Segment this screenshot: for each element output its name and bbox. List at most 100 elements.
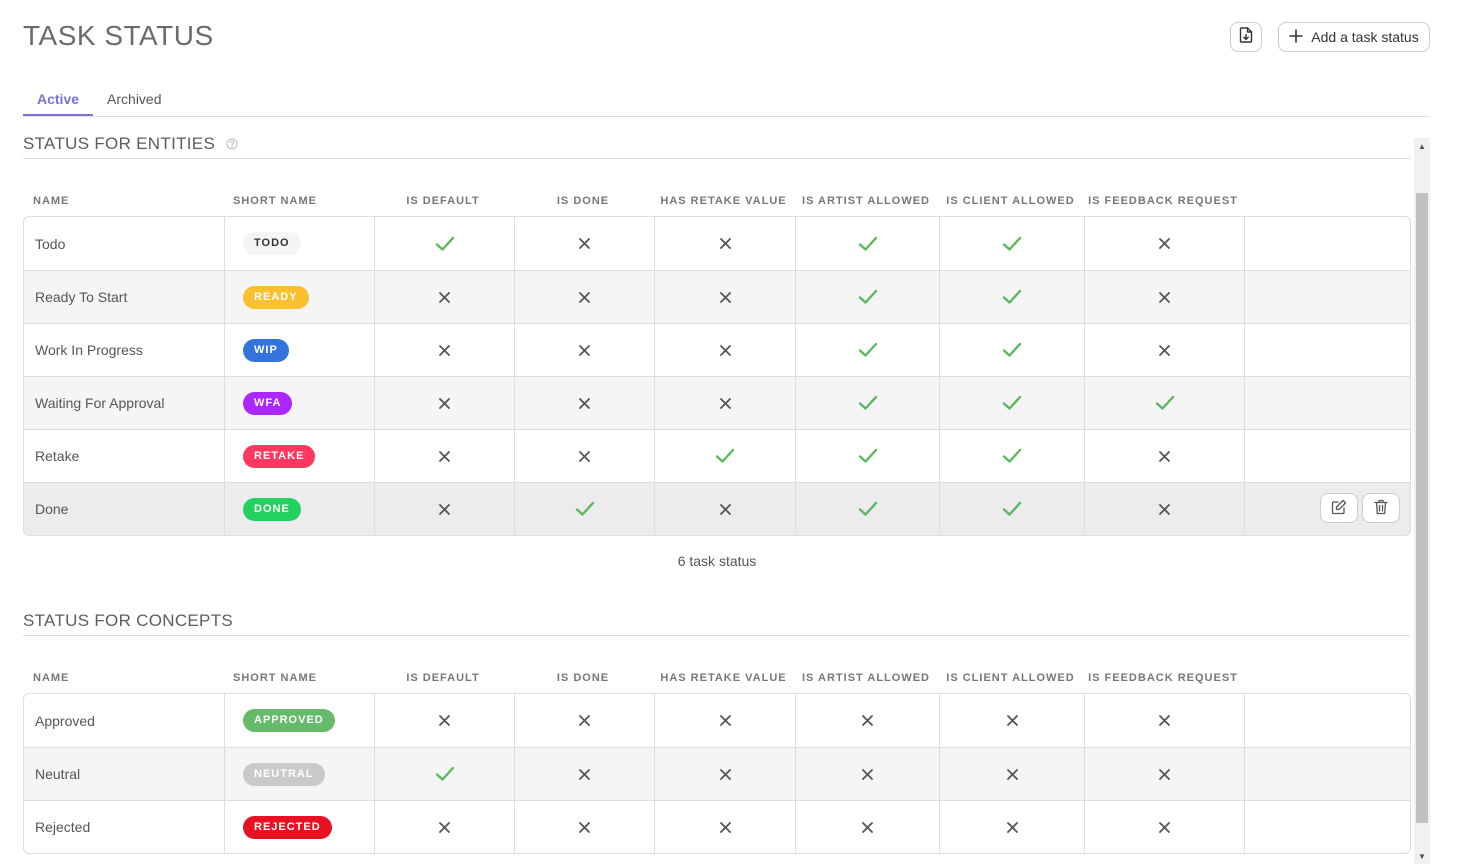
page-title: TASK STATUS [23, 20, 214, 51]
column-headers-entities: NAME SHORT NAME IS DEFAULT IS DONE HAS RETAK… [23, 195, 1411, 207]
short-name-cell: WFA [224, 377, 374, 429]
short-name-cell: DONE [224, 483, 374, 535]
flag-cell [1084, 694, 1244, 747]
tabs: Active Archived [23, 82, 1430, 117]
scrollbar[interactable]: ▲ ▼ [1414, 138, 1430, 864]
check-icon [1155, 395, 1175, 411]
flag-cell [1084, 483, 1244, 535]
scroll-up-icon[interactable]: ▲ [1414, 138, 1430, 154]
flag-cell [939, 324, 1084, 376]
cross-icon [1159, 821, 1170, 833]
cross-icon [1159, 238, 1170, 249]
scroll-down-icon[interactable]: ▼ [1414, 848, 1430, 864]
cross-icon [439, 291, 450, 303]
flag-cell [939, 271, 1084, 323]
column-header-short-name: SHORT NAME [233, 672, 317, 684]
status-badge: WFA [243, 391, 293, 415]
flag-cell [374, 377, 514, 429]
flag-cell [795, 748, 939, 800]
table-row[interactable]: Rejected REJECTED [24, 800, 1410, 853]
file-import-icon [1239, 26, 1253, 48]
column-header-is-done: IS DONE [556, 672, 610, 684]
table-row[interactable]: Work In Progress WIP [24, 323, 1410, 376]
flag-cell [1084, 271, 1244, 323]
cross-icon [1006, 715, 1018, 726]
check-icon [435, 236, 455, 252]
cross-icon [579, 238, 590, 249]
flag-cell [514, 271, 654, 323]
cross-icon [1159, 715, 1170, 726]
flag-cell [374, 483, 514, 535]
flag-cell [939, 483, 1084, 535]
flag-cell [514, 694, 654, 747]
table-row[interactable]: Done DONE [24, 482, 1410, 535]
table-row[interactable]: Retake RETAKE [24, 429, 1410, 482]
cross-icon [1159, 768, 1170, 780]
status-name: Waiting For Approval [35, 395, 165, 411]
cross-icon [579, 450, 590, 462]
cross-icon [1159, 344, 1170, 356]
flag-cell [654, 748, 795, 800]
table-row[interactable]: Ready To Start READY [24, 270, 1410, 323]
column-header-short-name: SHORT NAME [233, 195, 317, 207]
check-icon [858, 501, 878, 517]
row-actions-cell [1244, 377, 1410, 429]
status-name: Retake [35, 448, 80, 464]
status-badge: TODO [243, 232, 301, 255]
flag-cell [939, 217, 1084, 270]
concepts-table: Approved APPROVED Neutral NEUTRAL Rejected RE… [23, 693, 1411, 854]
table-row[interactable]: Approved APPROVED [24, 694, 1410, 747]
tab-archived[interactable]: Archived [93, 82, 175, 116]
cross-icon [579, 291, 590, 303]
flag-cell [939, 377, 1084, 429]
check-icon [435, 766, 455, 782]
import-button[interactable] [1230, 22, 1262, 52]
column-header-has-retake-value: HAS RETAKE VALUE [660, 672, 787, 684]
flag-cell [795, 377, 939, 429]
flag-cell [1084, 430, 1244, 482]
column-header-is-done: IS DONE [556, 195, 610, 207]
edit-icon [1331, 499, 1347, 518]
flag-cell [514, 801, 654, 853]
cross-icon [862, 715, 873, 726]
help-circle-icon[interactable] [226, 135, 238, 155]
cross-icon [579, 821, 590, 833]
cross-icon [719, 503, 731, 515]
table-row[interactable]: Todo TODO [24, 217, 1410, 270]
check-icon [858, 342, 878, 358]
flag-cell [795, 430, 939, 482]
flag-cell [514, 377, 654, 429]
status-badge: NEUTRAL [243, 762, 325, 786]
flag-cell [374, 694, 514, 747]
status-badge: DONE [243, 497, 301, 521]
table-row[interactable]: Waiting For Approval WFA [24, 376, 1410, 429]
flag-cell [374, 430, 514, 482]
add-task-status-label: Add a task status [1311, 29, 1419, 45]
edit-button[interactable] [1320, 493, 1358, 523]
column-header-is-client-allowed: IS CLIENT ALLOWED [946, 195, 1075, 207]
short-name-cell: READY [224, 271, 374, 323]
flag-cell [374, 748, 514, 800]
row-actions-cell [1244, 217, 1410, 270]
check-icon [858, 395, 878, 411]
cross-icon [579, 397, 590, 409]
cross-icon [439, 821, 450, 833]
entities-table: Todo TODO Ready To Start READY Work In Progr… [23, 216, 1411, 536]
check-icon [1002, 501, 1022, 517]
flag-cell [795, 694, 939, 747]
column-header-name: NAME [33, 672, 70, 684]
status-badge: APPROVED [243, 709, 335, 732]
add-task-status-button[interactable]: Add a task status [1278, 22, 1430, 52]
check-icon [575, 501, 595, 517]
status-name: Done [35, 501, 69, 517]
column-headers-concepts: NAME SHORT NAME IS DEFAULT IS DONE HAS RETAK… [23, 672, 1411, 684]
row-actions-cell [1244, 748, 1410, 800]
status-badge: WIP [243, 338, 289, 362]
flag-cell [1084, 324, 1244, 376]
cross-icon [1159, 291, 1170, 303]
delete-button[interactable] [1362, 493, 1400, 523]
tab-active[interactable]: Active [23, 82, 94, 116]
column-header-is-default: IS DEFAULT [406, 672, 480, 684]
scrollbar-thumb[interactable] [1416, 193, 1428, 823]
table-row[interactable]: Neutral NEUTRAL [24, 747, 1410, 800]
